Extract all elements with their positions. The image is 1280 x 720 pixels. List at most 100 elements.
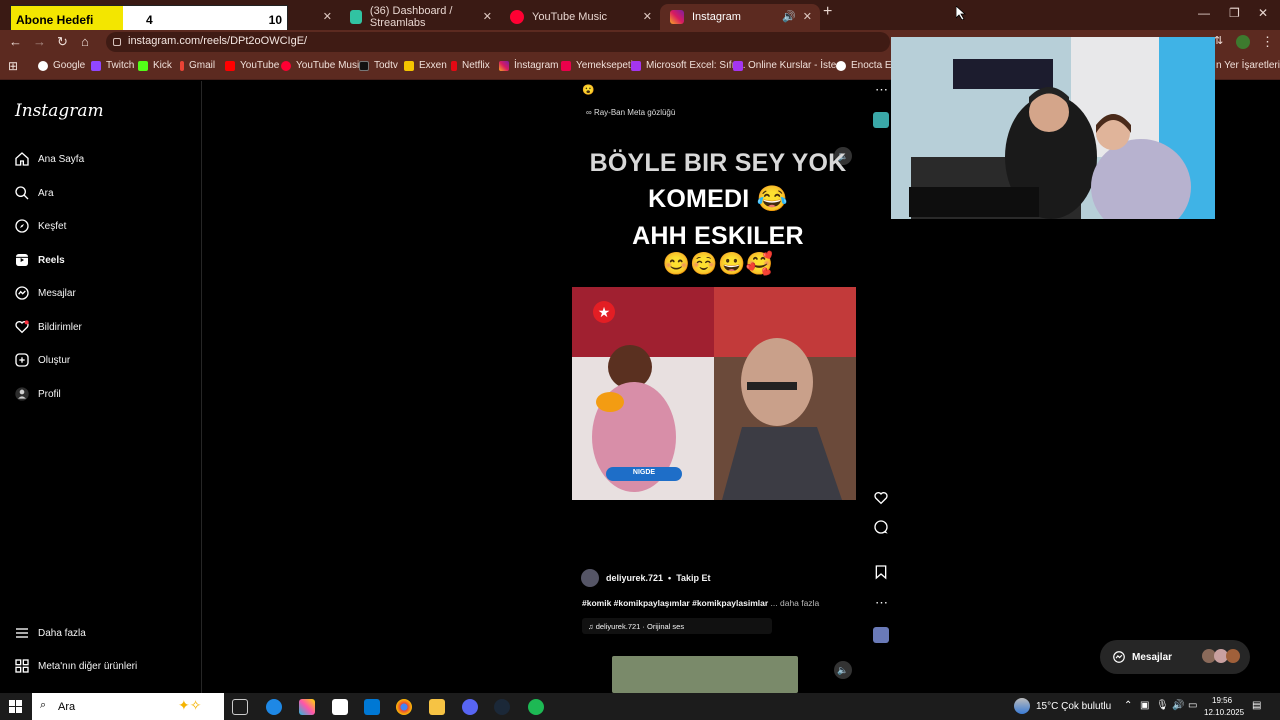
bookmark-google[interactable]: Google [38, 60, 85, 71]
tab-streamlabs[interactable]: (36) Dashboard / Streamlabs ✕ [340, 4, 500, 30]
instagram-logo[interactable]: Instagram [15, 101, 104, 121]
audio-track[interactable]: ♫ deliyurek.721 · Orijinal ses [582, 618, 772, 634]
apps-icon[interactable]: ⊞ [8, 59, 18, 73]
plus-icon [15, 353, 29, 367]
avatar [1226, 649, 1240, 663]
nav-explore[interactable]: Keşfet [14, 218, 66, 234]
audio-thumbnail-icon[interactable] [873, 627, 889, 643]
bookmark-instagram[interactable]: İnstagram [499, 60, 558, 71]
microphone-icon[interactable]: 🎙 [1156, 700, 1169, 711]
nav-reels[interactable]: Reels [14, 252, 65, 268]
clock-time[interactable]: 19:56 [1212, 696, 1232, 705]
nav-more[interactable]: Daha fazla [14, 625, 86, 641]
file-explorer-icon[interactable] [429, 699, 445, 715]
home-icon[interactable]: ⌂ [81, 34, 89, 49]
bookmark-todtv[interactable]: Todtv [359, 60, 398, 71]
nav-create[interactable]: Oluştur [14, 352, 70, 368]
nav-messages[interactable]: Mesajlar [14, 285, 76, 301]
messages-popup-button[interactable]: Mesajlar [1100, 640, 1250, 674]
tab-youtube-music[interactable]: YouTube Music ✕ [500, 4, 660, 30]
sticker-avatar-icon[interactable] [873, 112, 889, 128]
bookmark-gmail[interactable]: Gmail [180, 60, 215, 71]
emoji-sticker: 😮 [582, 85, 595, 96]
copilot-icon[interactable] [299, 699, 315, 715]
display-icon[interactable]: ▭ [1188, 700, 1197, 711]
site-info-icon[interactable] [113, 38, 121, 46]
close-icon[interactable]: ✕ [483, 10, 492, 23]
speaker-icon[interactable]: 🔊 [782, 10, 796, 23]
reel-video-frame[interactable]: ★ NIGDE [572, 287, 856, 500]
weather-icon[interactable] [1014, 698, 1030, 714]
task-view-icon[interactable] [232, 699, 248, 715]
nav-home[interactable]: Ana Sayfa [14, 151, 84, 167]
author-username[interactable]: deliyurek.721 [606, 573, 663, 583]
todtv-icon [359, 60, 369, 71]
bookmark-exxen[interactable]: Exxen [404, 60, 447, 71]
spotify-icon[interactable] [528, 699, 544, 715]
close-icon[interactable]: ✕ [323, 10, 332, 23]
nav-meta-products[interactable]: Meta'nın diğer ürünleri [14, 658, 137, 674]
chevron-up-icon[interactable]: ⌃ [1124, 700, 1132, 711]
address-bar[interactable]: instagram.com/reels/DPt2oOWCIgE/ [106, 32, 890, 52]
chrome-icon[interactable] [396, 699, 412, 715]
edge-icon[interactable] [266, 699, 282, 715]
outlook-icon[interactable] [364, 699, 380, 715]
tab-instagram[interactable]: Instagram 🔊 ✕ [660, 4, 820, 30]
nav-profile[interactable]: Profil [14, 386, 61, 402]
save-icon[interactable] [873, 564, 889, 580]
clock-date[interactable]: 12.10.2025 [1204, 708, 1244, 717]
extensions-icon[interactable]: ⇅ [1214, 34, 1223, 47]
close-icon[interactable]: ✕ [643, 10, 652, 23]
network-icon[interactable]: ▣ [1140, 700, 1149, 711]
like-icon[interactable] [873, 490, 889, 506]
nav-label: Reels [38, 254, 65, 266]
close-window-icon[interactable]: ✕ [1258, 6, 1268, 20]
bookmark-youtube-music[interactable]: YouTube Music [281, 60, 364, 71]
follow-button[interactable]: Takip Et [676, 573, 710, 583]
more-options-icon[interactable]: ⋯ [875, 82, 888, 98]
more-options-icon[interactable]: ⋯ [875, 595, 888, 611]
steam-icon[interactable] [494, 699, 510, 715]
discord-icon[interactable] [462, 699, 478, 715]
minimize-icon[interactable]: — [1198, 6, 1210, 20]
reel-hashtags[interactable]: #komik #komikpaylaşımlar #komikpaylasiml… [582, 598, 768, 608]
nav-search[interactable]: Ara [14, 185, 54, 201]
close-icon[interactable]: ✕ [803, 10, 812, 23]
bookmark-online-courses[interactable]: Online Kurslar - İste... [733, 60, 845, 71]
menu-icon[interactable]: ⋮ [1261, 34, 1274, 50]
reel-player[interactable]: 😮 ∞ Ray-Ban Meta gözlüğü 🔈 BÖYLE BIR SEY… [572, 81, 856, 693]
bookmark-netflix[interactable]: Netflix [451, 60, 490, 71]
profile-avatar-icon[interactable] [1236, 35, 1250, 49]
notifications-icon[interactable]: ▤ [1252, 700, 1261, 711]
bookmark-excel-course[interactable]: Microsoft Excel: Sıfır... [631, 60, 745, 71]
all-bookmarks[interactable]: n Yer İşaretleri [1216, 60, 1280, 71]
bookmark-youtube[interactable]: YouTube [225, 60, 279, 71]
next-reel-preview[interactable] [612, 656, 798, 693]
windows-start-icon[interactable] [9, 700, 22, 713]
new-tab-icon[interactable]: + [823, 3, 832, 21]
comment-icon[interactable] [873, 519, 889, 535]
more-link[interactable]: ... daha fazla [771, 598, 820, 608]
weather-text[interactable]: 15°C Çok bulutlu [1036, 701, 1111, 712]
store-icon[interactable] [332, 699, 348, 715]
taskbar-search[interactable]: ⌕ Ara ✦✧ [32, 693, 224, 720]
rayban-tag[interactable]: ∞ Ray-Ban Meta gözlüğü [586, 108, 675, 117]
volume-icon[interactable]: 🔊 [1172, 700, 1184, 711]
bookmark-label: Microsoft Excel: Sıfır... [646, 60, 746, 71]
maximize-icon[interactable]: ❐ [1229, 6, 1240, 20]
yemeksepeti-icon [561, 60, 571, 71]
bookmark-twitch[interactable]: Twitch [91, 60, 134, 71]
bookmark-yemeksepeti[interactable]: Yemeksepeti [561, 60, 633, 71]
forward-icon[interactable]: → [33, 34, 46, 49]
bookmark-kick[interactable]: Kick [138, 60, 172, 71]
bookmark-enocta[interactable]: Enocta Eği [836, 60, 899, 71]
nav-notifications[interactable]: Bildirimler [14, 319, 82, 335]
bookmark-label: YouTube [240, 60, 280, 71]
copilot-sparkle-icon: ✦✧ [178, 697, 202, 713]
reel-caption-line3: AHH ESKILER [632, 222, 804, 250]
reload-icon[interactable]: ↻ [57, 34, 68, 50]
reel-caption-emoji: 😊☺️😀🥰 [662, 251, 774, 276]
mute-icon[interactable]: 🔈 [834, 661, 852, 679]
back-icon[interactable]: ← [9, 34, 22, 49]
author-avatar[interactable] [581, 569, 599, 587]
